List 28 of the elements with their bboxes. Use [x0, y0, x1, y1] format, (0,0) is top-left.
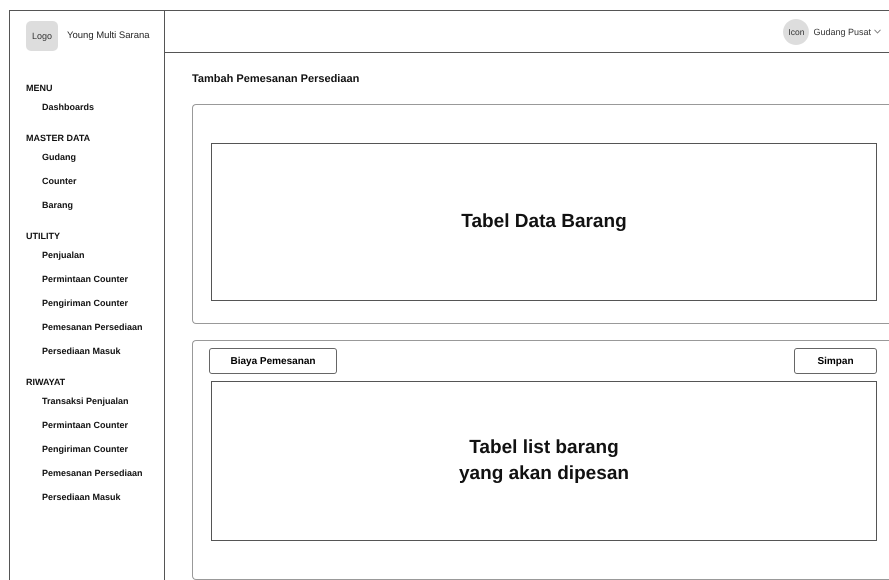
section-heading: MASTER DATA — [25, 133, 92, 145]
sidebar-item[interactable]: Barang — [10, 197, 164, 221]
sidebar-item[interactable]: Pengiriman Counter — [10, 441, 164, 465]
user-menu[interactable]: Gudang Pusat — [813, 26, 881, 36]
save-button[interactable]: Simpan — [794, 348, 877, 374]
sidebar-item[interactable]: Permintaan Counter — [10, 271, 164, 295]
sidebar-item[interactable]: Transaksi Penjualan — [10, 393, 164, 417]
brand-name: Young Multi Sarana — [67, 30, 150, 41]
sidebar-item[interactable]: Pengiriman Counter — [10, 295, 164, 319]
page-title: Tambah Pemesanan Persediaan — [192, 73, 360, 87]
placeholder-label: Tabel Data Barang — [461, 211, 627, 233]
sidebar-item[interactable]: Counter — [10, 173, 164, 197]
sidebar-item[interactable]: Pemesanan Persediaan — [10, 319, 164, 343]
section-heading: UTILITY — [25, 231, 61, 243]
section-heading: MENU — [25, 83, 54, 95]
section-heading: RIWAYAT — [25, 377, 66, 389]
caret-icon — [874, 29, 881, 34]
logo-label: Logo — [32, 30, 52, 40]
sidebar-item[interactable]: Persediaan Masuk — [10, 489, 164, 513]
sidebar-item[interactable]: Penjualan — [10, 247, 164, 271]
sidebar-item[interactable]: Pemesanan Persediaan — [10, 465, 164, 489]
order-cost-button[interactable]: Biaya Pemesanan — [209, 348, 337, 374]
sidebar-item[interactable]: Gudang — [10, 149, 164, 173]
avatar-placeholder[interactable]: Icon — [783, 18, 810, 44]
sidebar-item[interactable]: Permintaan Counter — [10, 417, 164, 441]
sidebar-item[interactable]: Dashboards — [10, 99, 164, 123]
sidebar-item[interactable]: Persediaan Masuk — [10, 343, 164, 367]
placeholder-label: Tabel list barang yang akan dipesan — [458, 436, 629, 486]
